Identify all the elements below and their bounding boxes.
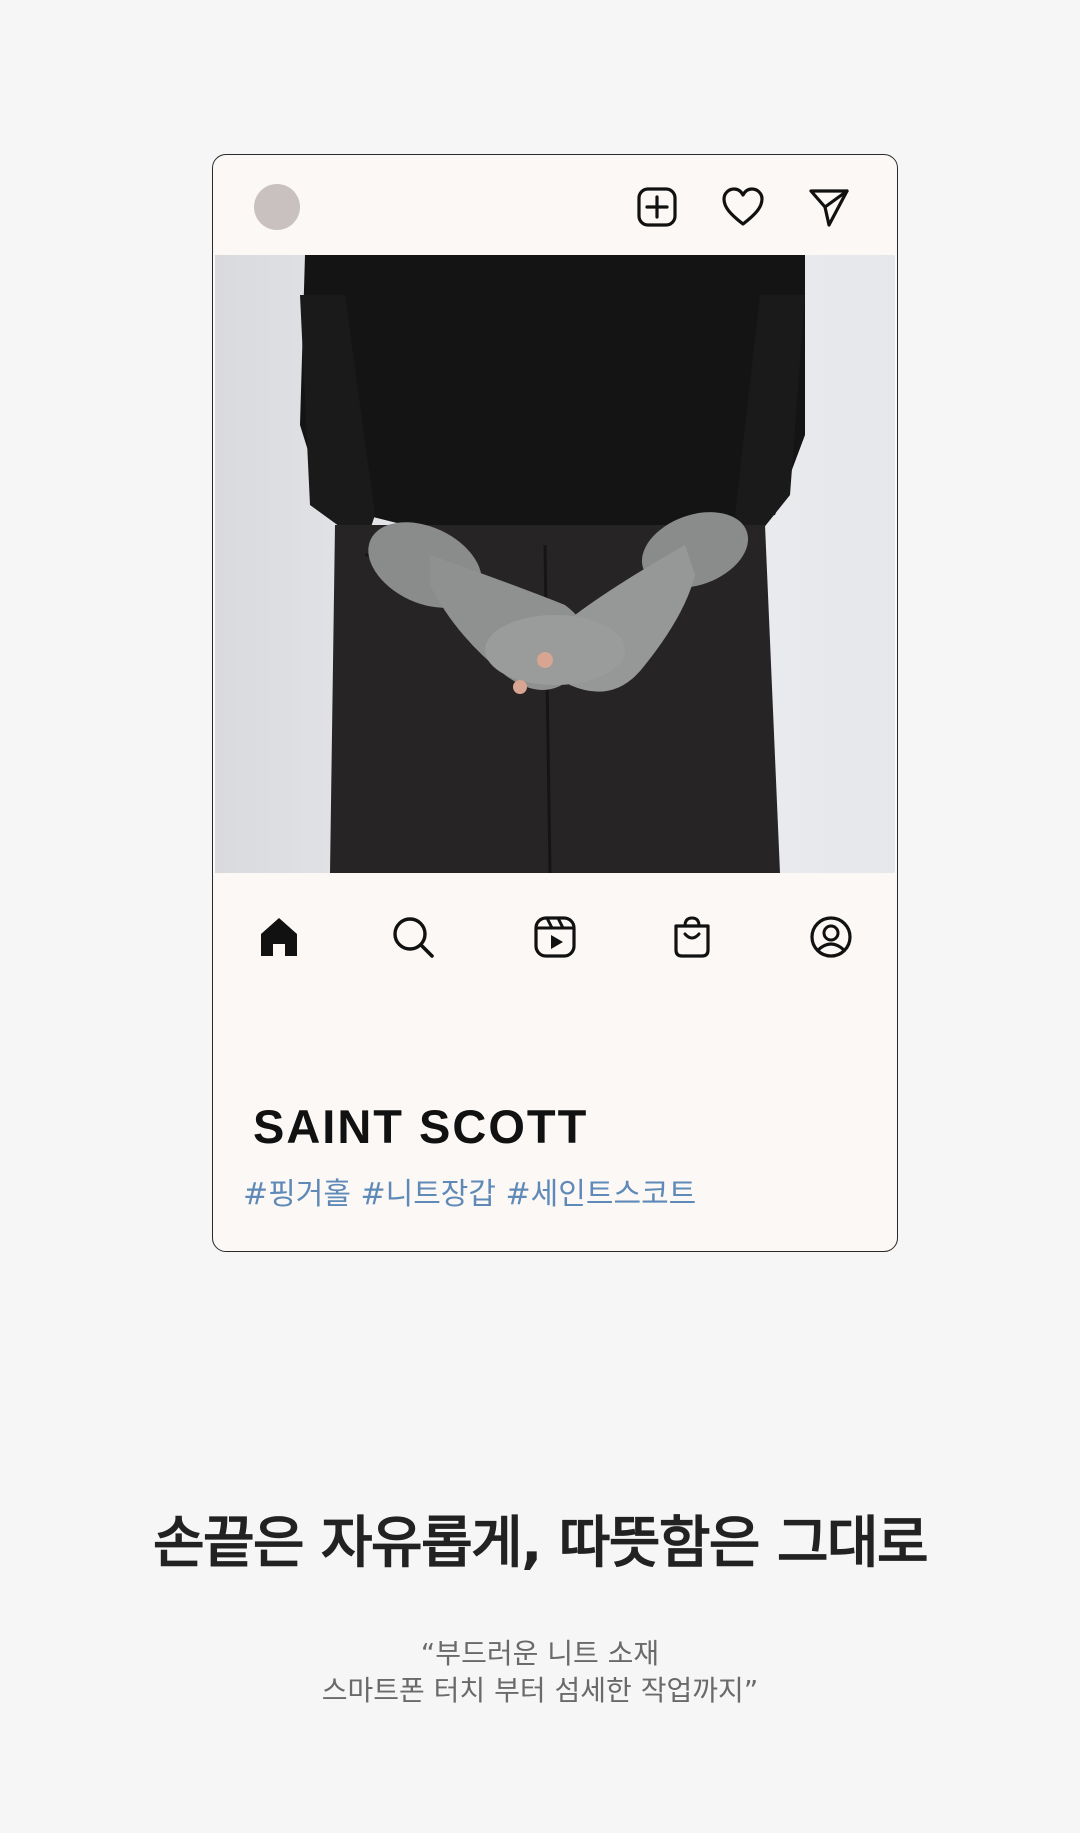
- avatar[interactable]: [254, 184, 300, 230]
- quote-line-2: 스마트폰 터치 부터 섬세한 작업까지”: [321, 1674, 759, 1707]
- brand-name: SAINT SCOTT: [253, 1100, 589, 1153]
- photo-illustration: [215, 255, 895, 873]
- bottom-nav: [213, 873, 897, 1003]
- post-top-bar: [213, 155, 897, 255]
- add-post-icon[interactable]: [633, 183, 681, 231]
- search-icon[interactable]: [385, 909, 441, 965]
- post-card: SAINT SCOTT #핑거홀 #니트장갑 #세인트스코트: [212, 154, 898, 1252]
- quote-line-1: “부드러운 니트 소재: [420, 1637, 660, 1670]
- hashtags[interactable]: #핑거홀 #니트장갑 #세인트스코트: [243, 1177, 696, 1213]
- shop-bag-icon[interactable]: [664, 909, 720, 965]
- quote: “부드러운 니트 소재 스마트폰 터치 부터 섬세한 작업까지”: [0, 1635, 1080, 1709]
- home-icon[interactable]: [251, 909, 307, 965]
- headline: 손끝은 자유롭게, 따뜻함은 그대로: [152, 1511, 929, 1576]
- post-photo: [215, 255, 895, 873]
- reels-icon[interactable]: [527, 909, 583, 965]
- profile-icon[interactable]: [803, 909, 859, 965]
- send-icon[interactable]: [805, 183, 853, 231]
- heart-icon[interactable]: [719, 183, 767, 231]
